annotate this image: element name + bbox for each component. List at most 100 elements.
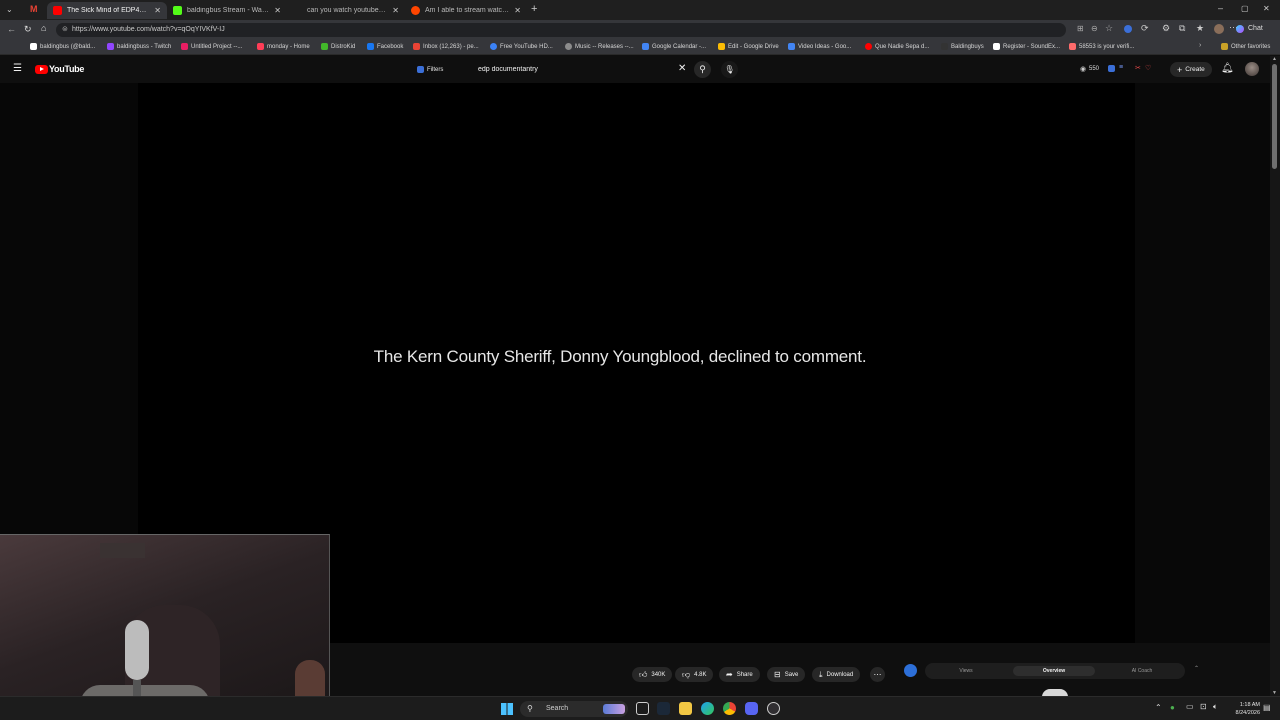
like-button[interactable]: 👍︎ 340K <box>632 667 673 682</box>
extension-tools-icon[interactable]: ✂ <box>1135 64 1141 72</box>
scroll-up-icon[interactable]: ▲ <box>1272 56 1277 62</box>
windows-start-icon[interactable] <box>501 703 513 715</box>
notification-center-icon[interactable]: ▤ <box>1263 703 1271 712</box>
extensions-icon[interactable]: ⚙ <box>1162 23 1170 34</box>
share-button[interactable]: ➦ Share <box>719 667 760 682</box>
bookmark-item[interactable]: Inbox (12,263) - pe... <box>413 43 479 50</box>
bookmark-item[interactable]: DistroKid <box>321 43 355 50</box>
zoom-icon[interactable]: ⊖ <box>1091 24 1098 33</box>
tab-kick-stream[interactable]: baldingbus Stream - Watch Live o ✕ <box>167 2 287 19</box>
tray-display-icon[interactable]: ⊡ <box>1200 702 1207 711</box>
notifications-bell-icon[interactable]: 🔔︎ <box>1221 64 1234 74</box>
bookmark-item[interactable]: Google Calendar -... <box>642 43 706 50</box>
dislike-button[interactable]: 👎︎ 4.8K <box>675 667 714 682</box>
download-button[interactable]: ⤓ Download <box>812 667 861 682</box>
google-docs-icon <box>788 43 795 50</box>
hamburger-menu-icon[interactable]: ☰ <box>13 64 22 74</box>
chevron-up-icon[interactable]: ⌃ <box>1194 665 1199 672</box>
steam-icon[interactable] <box>657 702 670 715</box>
extension-badge-icon[interactable] <box>1108 65 1115 72</box>
minimize-icon[interactable]: – <box>1218 3 1223 13</box>
save-button[interactable]: ⊟ Save <box>767 667 806 682</box>
tab-views[interactable]: Views <box>931 666 1001 676</box>
bookmark-item[interactable]: Baldingbuys <box>941 43 984 50</box>
other-favorites[interactable]: Other favorites <box>1221 43 1270 50</box>
close-window-icon[interactable]: ✕ <box>1263 4 1270 13</box>
tray-mic-icon[interactable]: ● <box>1170 703 1175 712</box>
bookmark-item[interactable]: Que Nadie Sepa d... <box>865 43 929 50</box>
bookmark-item[interactable]: Free YouTube HD... <box>490 43 553 50</box>
refresh-icon[interactable]: ↻ <box>24 24 32 35</box>
more-actions-button[interactable]: ⋯ <box>870 667 885 682</box>
tab-search-icon[interactable]: ⌄ <box>6 5 13 14</box>
close-icon[interactable]: ✕ <box>154 6 161 15</box>
close-icon[interactable]: ✕ <box>274 6 281 15</box>
extension-heart-icon[interactable]: ♡ <box>1145 64 1151 72</box>
tab-ai-coach[interactable]: AI Coach <box>1105 666 1179 676</box>
site-info-icon[interactable]: ⊜ <box>62 23 68 37</box>
favorites-icon[interactable]: ★ <box>1196 23 1204 34</box>
youtube-logo-text[interactable]: YouTube <box>49 64 84 74</box>
copilot-icon[interactable] <box>1236 25 1244 33</box>
chrome-icon[interactable] <box>723 702 736 715</box>
tab-reddit-question[interactable]: Am I able to stream watching You ✕ <box>405 2 527 19</box>
profile-avatar[interactable] <box>1214 24 1224 34</box>
address-bar[interactable]: ⊜ https://www.youtube.com/watch?v=qOqYIV… <box>56 23 1066 37</box>
bookmark-item[interactable]: Untitled Project --... <box>181 43 242 50</box>
search-icon[interactable]: ⚲ <box>694 61 711 78</box>
app-available-icon[interactable]: ⊞ <box>1077 24 1084 33</box>
obs-icon[interactable] <box>767 702 780 715</box>
bookmark-item[interactable]: baldingbuss - Twitch <box>107 43 171 50</box>
bookmark-item[interactable]: Music -- Releases --... <box>565 43 634 50</box>
create-button[interactable]: + Create <box>1170 62 1212 77</box>
split-screen-icon[interactable]: ⧉ <box>1179 23 1185 34</box>
tray-chevron-up-icon[interactable]: ⌃ <box>1155 703 1162 712</box>
tray-network-icon[interactable]: ▭ <box>1186 702 1194 711</box>
bookmark-item[interactable]: monday - Home <box>257 43 310 50</box>
tab-title: can you watch youtube on kick <box>307 7 387 14</box>
discord-icon[interactable] <box>745 702 758 715</box>
chevron-right-icon[interactable]: › <box>1199 42 1201 49</box>
bookmark-item[interactable]: Video Ideas - Goo... <box>788 43 851 50</box>
extension-logo-icon[interactable] <box>904 664 917 677</box>
bookmark-item[interactable]: baldingbus (@bald... <box>30 43 95 50</box>
tab-youtube-video[interactable]: The Sick Mind of EDP445 | Ch ✕ <box>47 2 167 19</box>
tab-overview[interactable]: Overview <box>1013 666 1095 676</box>
page-scrollbar[interactable]: ▲ ▼ <box>1270 56 1280 696</box>
search-input[interactable] <box>470 62 690 76</box>
video-caption-text: The Kern County Sheriff, Donny Youngbloo… <box>373 347 867 366</box>
close-icon[interactable]: ✕ <box>514 6 521 15</box>
youtube-logo-icon[interactable] <box>35 65 48 74</box>
home-icon[interactable]: ⌂ <box>41 23 46 33</box>
extension-blue-icon[interactable] <box>1124 25 1132 33</box>
user-avatar[interactable] <box>1245 62 1259 76</box>
file-explorer-icon[interactable] <box>679 702 692 715</box>
chat-label[interactable]: Chat <box>1248 25 1263 32</box>
clear-search-icon[interactable]: ✕ <box>678 64 686 74</box>
taskbar-clock[interactable]: 1:18 AM 8/24/2026 <box>1224 701 1260 717</box>
browser-toolbar: ← ↻ ⌂ ⊜ https://www.youtube.com/watch?v=… <box>0 20 1280 40</box>
favorite-star-icon[interactable]: ☆ <box>1105 23 1113 34</box>
extension-list-icon[interactable]: ≡ <box>1119 64 1123 71</box>
download-icon: ⤓ <box>819 669 823 679</box>
new-tab-icon[interactable]: + <box>531 3 537 15</box>
edge-icon[interactable] <box>701 702 714 715</box>
bookmark-item[interactable]: Facebook <box>367 43 403 50</box>
bookmark-item[interactable]: Edit - Google Drive <box>718 43 779 50</box>
bookmark-item[interactable]: Register - SoundEx... <box>993 43 1060 50</box>
create-label: Create <box>1185 66 1205 73</box>
bookmark-item[interactable]: 58553 is your verifi... <box>1069 43 1134 50</box>
tray-volume-icon[interactable]: 🔈︎ <box>1213 702 1218 712</box>
gmail-pinned-icon[interactable]: M <box>30 4 38 14</box>
close-icon[interactable]: ✕ <box>392 6 399 15</box>
maximize-icon[interactable]: ▢ <box>1241 4 1249 13</box>
filters-button[interactable]: Filters <box>413 63 447 76</box>
extension-refresh-icon[interactable]: ⟳ <box>1141 23 1149 34</box>
scrollbar-thumb[interactable] <box>1272 64 1277 169</box>
task-view-icon[interactable] <box>636 702 649 715</box>
microphone-icon[interactable]: 🎙 <box>721 61 738 78</box>
bookmark-label: Music -- Releases --... <box>575 43 634 50</box>
taskbar-search[interactable]: ⚲ Search <box>520 701 628 717</box>
back-icon[interactable]: ← <box>7 24 16 34</box>
tab-google-search[interactable]: can you watch youtube on kick ✕ <box>287 2 405 19</box>
